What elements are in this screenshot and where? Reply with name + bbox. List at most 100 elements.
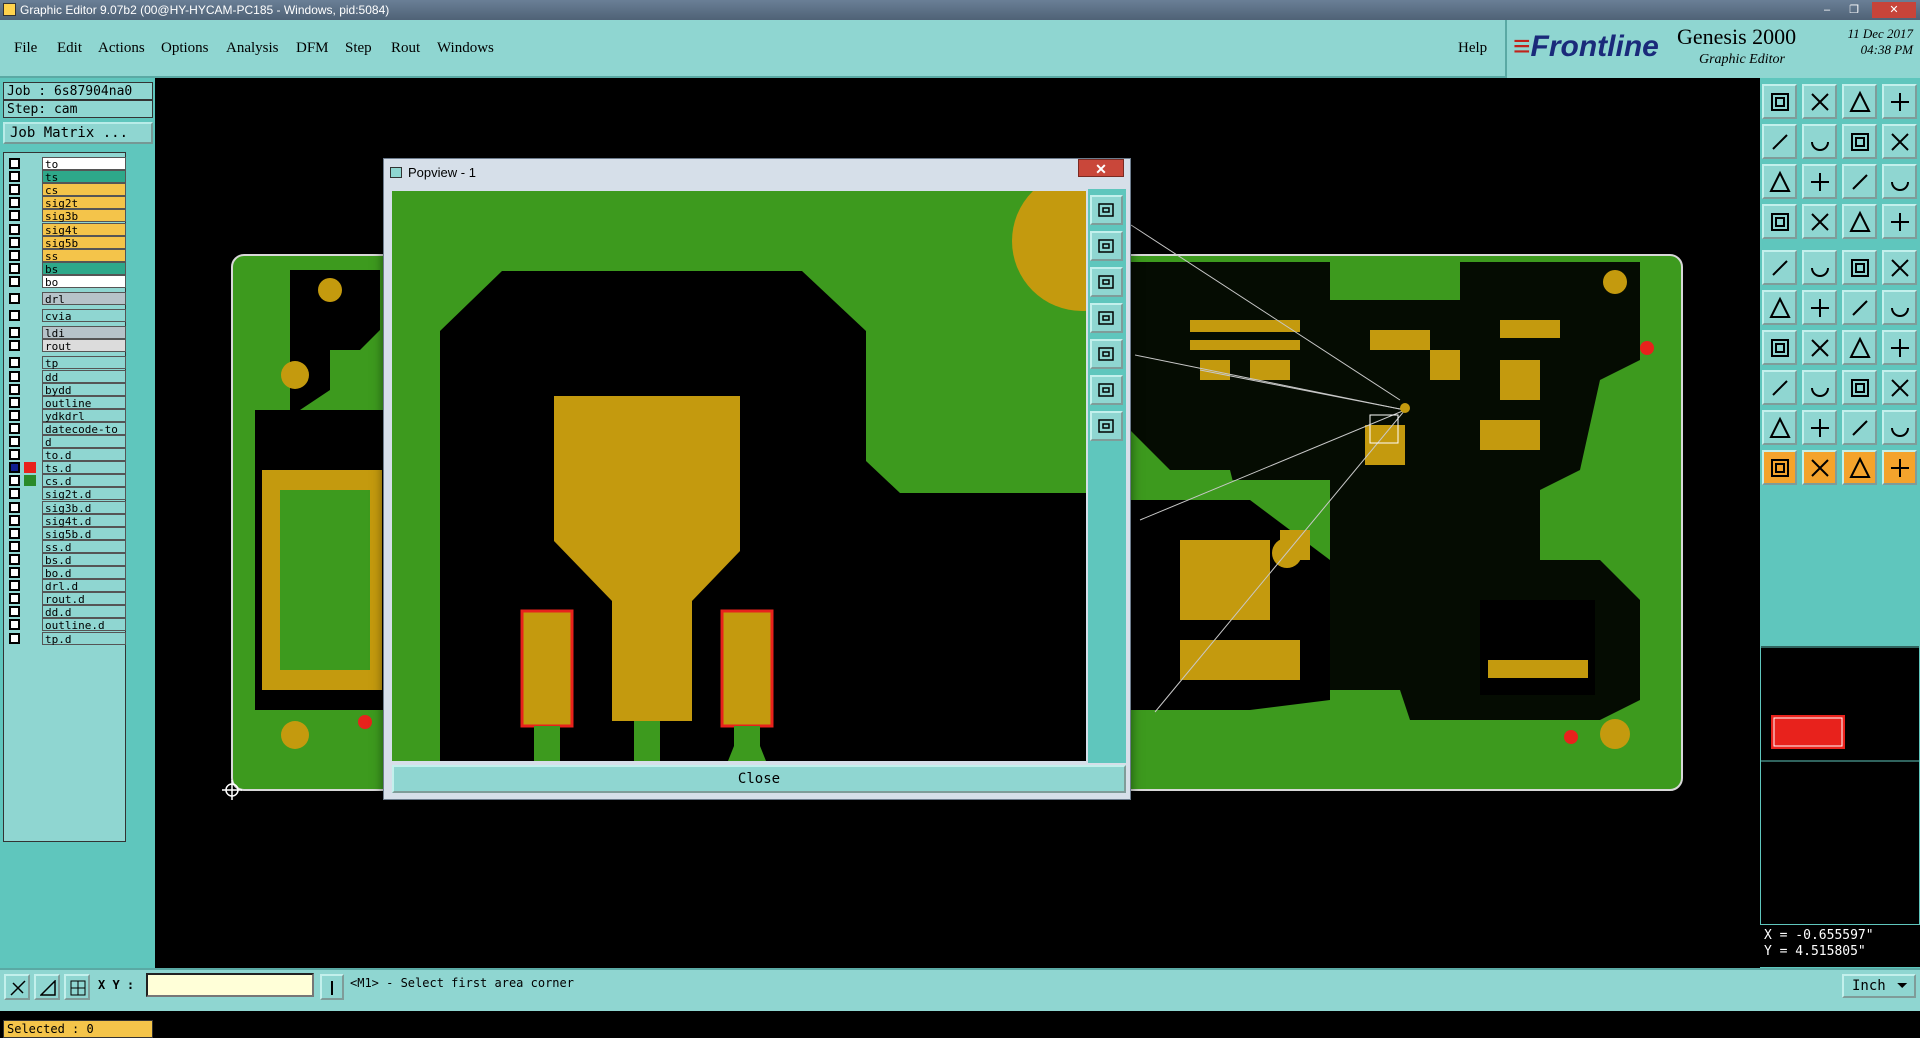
menu-rout[interactable]: Rout <box>391 40 420 57</box>
layer-up-button[interactable] <box>1762 84 1797 119</box>
layer-name[interactable]: sig4t.d <box>42 513 126 528</box>
polygon-button[interactable] <box>1842 410 1877 445</box>
layer-checkbox[interactable] <box>9 606 20 618</box>
arc-button[interactable] <box>1842 330 1877 365</box>
layer-name[interactable]: to <box>42 157 126 171</box>
layer-checkbox[interactable] <box>9 327 20 339</box>
layer-name[interactable]: tp <box>42 356 126 370</box>
pointer-button[interactable] <box>1762 450 1797 485</box>
triangle-button[interactable] <box>1762 410 1797 445</box>
layer-checkbox[interactable] <box>9 184 20 196</box>
dash-button[interactable] <box>1802 370 1837 405</box>
layer-row[interactable]: datecode-to <box>6 421 126 436</box>
layer-row[interactable]: rout <box>6 339 126 353</box>
layer-name[interactable]: sig5b <box>42 235 126 250</box>
add-node-button[interactable] <box>1762 290 1797 325</box>
layer-row[interactable]: sig2t.d <box>6 487 126 501</box>
layer-row[interactable]: ss.d <box>6 539 126 554</box>
layer-checkbox[interactable] <box>9 249 20 261</box>
layer-name[interactable]: to.d <box>42 448 126 462</box>
layer-name[interactable]: cvia <box>42 309 126 323</box>
layer-row[interactable]: bydd <box>6 382 126 397</box>
layer-name[interactable]: cs.d <box>42 474 126 488</box>
layer-name[interactable]: sig5b.d <box>42 526 126 541</box>
layer-name[interactable]: ts <box>42 170 126 184</box>
popview-close-x-button[interactable]: ✕ <box>1078 159 1124 177</box>
layer-checkbox[interactable] <box>9 293 20 304</box>
layer-name[interactable]: sig2t <box>42 196 126 210</box>
layer-checkbox[interactable] <box>9 449 20 461</box>
layer-name[interactable]: datecode-to <box>42 421 126 436</box>
layer-checkbox[interactable] <box>9 514 20 526</box>
layer-name[interactable]: sig3b <box>42 209 126 223</box>
layer-row[interactable]: drl.d <box>6 579 126 593</box>
layer-row[interactable]: tp <box>6 356 126 370</box>
menu-analysis[interactable]: Analysis <box>226 40 279 57</box>
zoom-in-button[interactable] <box>1090 375 1123 405</box>
menu-edit[interactable]: Edit <box>57 40 82 57</box>
layer-row[interactable]: d <box>6 435 126 449</box>
layer-checkbox[interactable] <box>9 488 20 500</box>
layer-name[interactable]: ldi <box>42 326 126 340</box>
pointer-alt-button[interactable] <box>1802 450 1837 485</box>
menu-help[interactable]: Help <box>1458 40 1487 57</box>
layer-name[interactable]: ydkdrl <box>42 408 126 423</box>
layer-row[interactable]: cs.d <box>6 474 126 488</box>
cross-button[interactable] <box>1802 290 1837 325</box>
window-close-button[interactable]: ✕ <box>1872 2 1916 18</box>
layer-name[interactable]: bo.d <box>42 566 126 580</box>
layer-checkbox[interactable] <box>9 262 20 274</box>
layer-row[interactable]: ldi <box>6 326 126 340</box>
layer-row[interactable]: dd.d <box>6 605 126 619</box>
snap-button[interactable] <box>1762 204 1797 239</box>
popview-close-button[interactable]: Close <box>392 765 1126 793</box>
layer-checkbox[interactable] <box>9 396 20 408</box>
menu-options[interactable]: Options <box>161 40 209 57</box>
zoom-out-button[interactable] <box>1090 411 1123 441</box>
layer-checkbox[interactable] <box>9 275 20 287</box>
layer-row[interactable]: drl <box>6 292 126 306</box>
layer-row[interactable]: sig3b <box>6 209 126 223</box>
menu-windows[interactable]: Windows <box>437 40 494 57</box>
select-button[interactable] <box>1762 250 1797 285</box>
layer-checkbox[interactable] <box>9 158 20 169</box>
ruler-button[interactable] <box>1842 250 1877 285</box>
menu-file[interactable]: File <box>14 40 37 57</box>
layer-row[interactable]: dd <box>6 369 126 384</box>
layer-checkbox[interactable] <box>9 436 20 447</box>
help-button[interactable] <box>1882 164 1917 199</box>
layer-name[interactable]: outline.d <box>42 618 126 632</box>
layer-checkbox[interactable] <box>9 462 20 474</box>
layer-checkbox[interactable] <box>9 223 20 235</box>
layer-row[interactable]: cvia <box>6 309 126 323</box>
layer-checkbox[interactable] <box>9 553 20 565</box>
move-arrow-button[interactable] <box>1882 450 1917 485</box>
layer-name[interactable]: outline <box>42 395 126 410</box>
xy-apply-button[interactable] <box>320 974 344 1000</box>
pan-right-button[interactable] <box>1090 339 1123 369</box>
layer-row[interactable]: to.d <box>6 448 126 462</box>
layer-row[interactable]: ts <box>6 170 126 184</box>
layer-name[interactable]: rout <box>42 339 126 353</box>
restore-button[interactable]: ❐ <box>1843 2 1865 18</box>
xy-input[interactable] <box>146 973 314 997</box>
copy-view-button[interactable] <box>1090 195 1123 225</box>
rotate-button[interactable] <box>1882 124 1917 159</box>
layer-row[interactable]: sig2t <box>6 196 126 210</box>
layer-checkbox[interactable] <box>9 501 20 513</box>
layer-name[interactable]: sig3b.d <box>42 500 126 515</box>
units-selector[interactable]: Inch ⏷ <box>1842 974 1916 998</box>
layer-name[interactable]: ts.d <box>42 461 126 475</box>
layer-row[interactable]: sig4t <box>6 222 126 237</box>
grid-button[interactable] <box>1802 204 1837 239</box>
layer-name[interactable]: sig4t <box>42 222 126 237</box>
layer-down-button[interactable] <box>1802 84 1837 119</box>
layer-checkbox[interactable] <box>9 197 20 209</box>
zoom-fit-button[interactable] <box>1802 164 1837 199</box>
layer-checkbox[interactable] <box>9 619 20 631</box>
layer-checkbox[interactable] <box>9 475 20 487</box>
layer-checkbox[interactable] <box>9 171 20 183</box>
layer-checkbox[interactable] <box>9 210 20 222</box>
layer-name[interactable]: cs <box>42 183 126 197</box>
layer-row[interactable]: sig5b <box>6 235 126 250</box>
